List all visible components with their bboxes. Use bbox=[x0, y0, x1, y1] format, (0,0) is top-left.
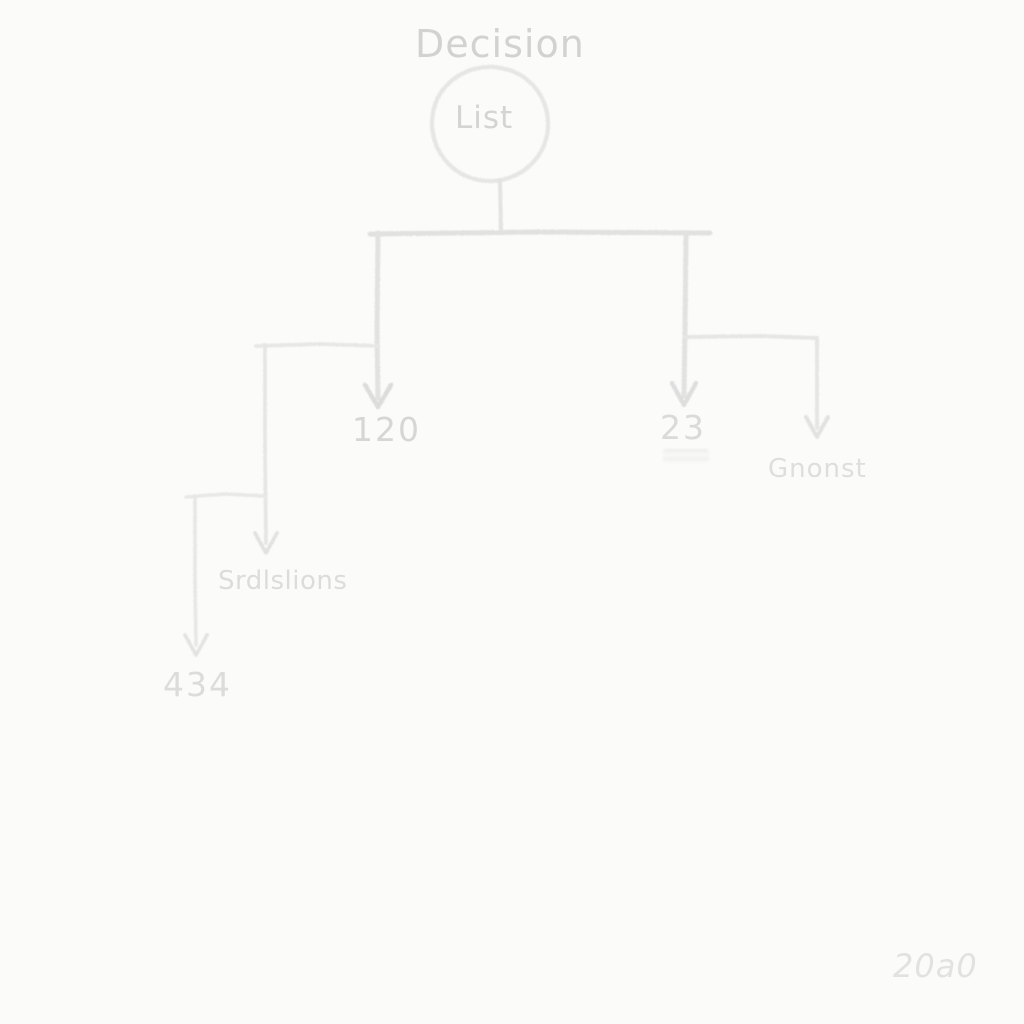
connector-left-bus bbox=[254, 342, 380, 348]
connector-drop-120 bbox=[374, 230, 381, 401]
diagram-title: Decision bbox=[415, 22, 585, 66]
connector-drop-23 bbox=[681, 230, 689, 399]
node-label-23: 23 bbox=[660, 408, 706, 447]
node-label-120: 120 bbox=[352, 410, 421, 449]
diagram-strokes bbox=[183, 64, 830, 657]
connector-drop-434 bbox=[193, 494, 198, 647]
node-label-srdlslions: Srdlslions bbox=[218, 566, 348, 596]
connector-main-bus bbox=[367, 229, 713, 237]
eraser-smudge bbox=[663, 449, 709, 463]
connector-root-stem bbox=[498, 178, 503, 235]
connector-right-bus bbox=[683, 334, 819, 340]
root-node-label: List bbox=[455, 100, 514, 136]
node-label-gnonst: Gnonst bbox=[768, 454, 867, 484]
connector-drop-srdl bbox=[263, 343, 268, 545]
node-label-434: 434 bbox=[163, 665, 232, 704]
signature-scrawl: 20a0 bbox=[893, 947, 978, 985]
connector-left-bus-2 bbox=[184, 492, 267, 499]
sketch-canvas: Decision List 120 23 Gnonst Srdlslions 4… bbox=[0, 0, 1024, 1024]
